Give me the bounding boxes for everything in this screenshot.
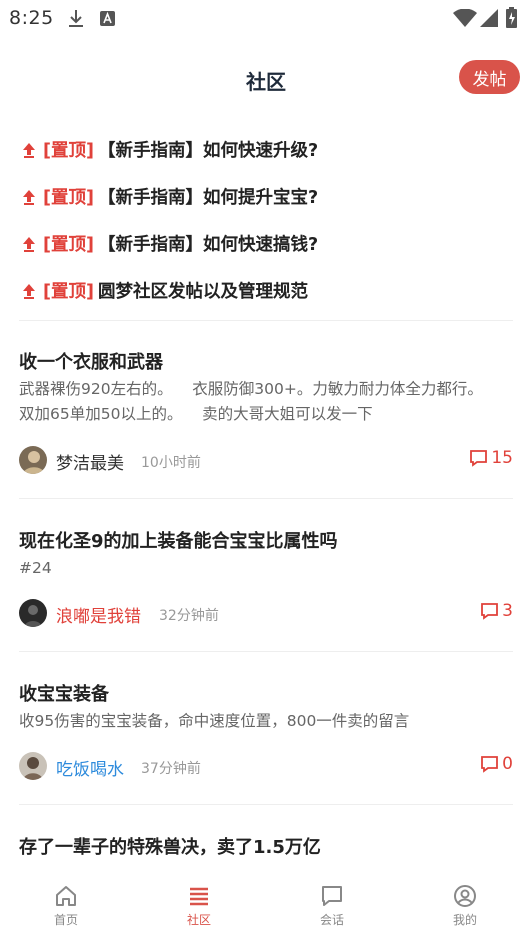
post-body-line: #24 [19,559,52,577]
post-card[interactable]: 收一个衣服和武器 武器裸伤920左右的。 衣服防御300+。力敏力耐力体全力都行… [0,348,532,478]
divider [19,804,513,805]
app-notification-icon [100,11,115,26]
author-row: 浪嘟是我错 32分钟前 3 [19,599,513,627]
tab-community[interactable]: 社区 [159,884,239,928]
author-name[interactable]: 浪嘟是我错 [56,602,141,627]
pinned-tag: [置顶] [43,235,94,255]
pinned-item[interactable]: [置顶] 圆梦社区发帖以及管理规范 [0,267,532,314]
post-time: 10小时前 [141,455,201,471]
divider [19,498,513,499]
post-body: 武器裸伤920左右的。 衣服防御300+。力敏力耐力体全力都行。 双加65单加5… [19,377,511,427]
author-row: 吃饭喝水 37分钟前 0 [19,752,513,780]
post-body-line: 收95伤害的宝宝装备，命中速度位置，800一件卖的留言 [19,712,410,730]
post-title: 收一个衣服和武器 [19,352,163,373]
tab-label: 我的 [452,913,477,927]
post-card[interactable]: 现在化圣9的加上装备能合宝宝比属性吗 #24 浪嘟是我错 32分钟前 3 [0,527,532,632]
post-time: 32分钟前 [159,608,219,624]
tab-label: 社区 [186,913,211,927]
comment-count[interactable]: 15 [469,448,513,468]
comment-count-value: 15 [491,448,513,468]
pin-up-icon [23,189,35,205]
wifi-icon [453,9,477,27]
post-time: 37分钟前 [141,761,201,777]
tab-chat[interactable]: 会话 [292,884,372,928]
tab-profile[interactable]: 我的 [425,884,505,928]
tab-home[interactable]: 首页 [26,884,106,928]
avatar[interactable] [19,599,47,627]
post-body-line: 武器裸伤920左右的。 衣服防御300+。力敏力耐力体全力都行。 [19,380,483,398]
chat-icon [322,886,342,906]
battery-icon [506,7,517,28]
pinned-title: 【新手指南】如何快速搞钱? [98,235,319,255]
pinned-list: [置顶] 【新手指南】如何快速升级? [置顶] 【新手指南】如何提升宝宝? [置… [0,126,532,314]
list-icon [190,887,208,906]
post-title: 存了一辈子的特殊兽决，卖了1.5万亿 [19,837,321,858]
app-header: 社区 发帖 [0,38,532,118]
comment-count[interactable]: 0 [480,754,513,774]
pinned-item[interactable]: [置顶] 【新手指南】如何提升宝宝? [0,173,532,220]
comment-icon [481,756,499,773]
post-body: 收95伤害的宝宝装备，命中速度位置，800一件卖的留言 [19,709,511,734]
pinned-tag: [置顶] [43,141,94,161]
pinned-item[interactable]: [置顶] 【新手指南】如何快速升级? [0,126,532,173]
comment-count-value: 0 [502,754,513,774]
status-time: 8:25 [9,7,54,29]
pinned-title: 圆梦社区发帖以及管理规范 [98,282,308,302]
comment-count[interactable]: 3 [480,601,513,621]
pinned-tag: [置顶] [43,188,94,208]
pinned-title: 【新手指南】如何提升宝宝? [98,188,319,208]
post-body-line: 双加65单加50以上的。 卖的大哥大姐可以发一下 [19,405,373,423]
author-name[interactable]: 梦洁最美 [56,449,124,474]
comment-count-value: 3 [502,601,513,621]
tab-label: 会话 [319,913,344,927]
pinned-title: 【新手指南】如何快速升级? [98,141,319,161]
post-title: 收宝宝装备 [19,684,109,705]
author-row: 梦洁最美 10小时前 15 [19,446,513,474]
bottom-tab-bar: 首页 社区 会话 我的 [0,878,532,947]
pin-up-icon [23,283,35,299]
signal-icon [480,9,498,27]
profile-icon [454,885,476,907]
new-post-button[interactable]: 发帖 [459,60,520,94]
download-icon [69,10,83,27]
pinned-tag: [置顶] [43,282,94,302]
pin-up-icon [23,236,35,252]
avatar[interactable] [19,446,47,474]
divider [19,651,513,652]
pin-up-icon [23,142,35,158]
comment-icon [470,450,488,467]
home-icon [56,886,76,906]
pinned-item[interactable]: [置顶] 【新手指南】如何快速搞钱? [0,220,532,267]
author-name[interactable]: 吃饭喝水 [56,755,124,780]
comment-icon [481,603,499,620]
post-card[interactable]: 存了一辈子的特殊兽决，卖了1.5万亿 [0,833,532,873]
status-bar: 8:25 [0,0,532,38]
page-title: 社区 [246,70,286,94]
avatar[interactable] [19,752,47,780]
divider [19,320,513,321]
post-title: 现在化圣9的加上装备能合宝宝比属性吗 [19,531,338,552]
post-body: #24 [19,556,511,581]
tab-label: 首页 [53,913,78,927]
post-card[interactable]: 收宝宝装备 收95伤害的宝宝装备，命中速度位置，800一件卖的留言 吃饭喝水 3… [0,680,532,785]
